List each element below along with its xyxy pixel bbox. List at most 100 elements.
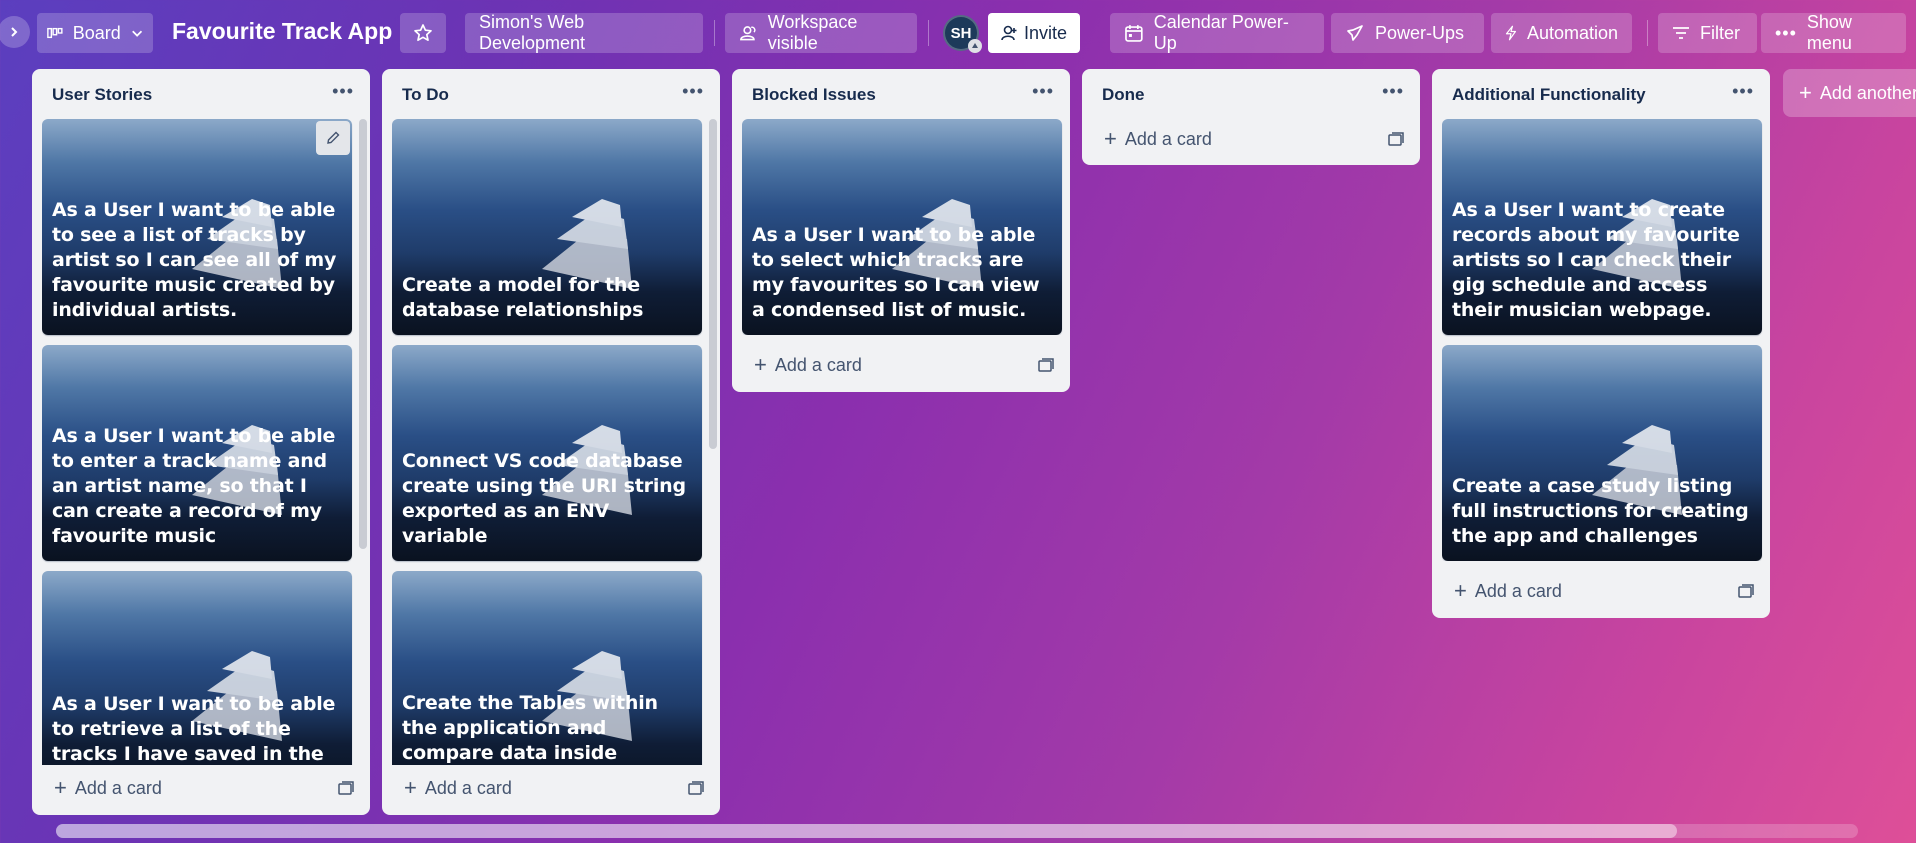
power-ups-label: Power-Ups xyxy=(1375,22,1465,43)
divider xyxy=(714,20,715,46)
add-list-label: Add another list xyxy=(1819,82,1916,103)
list-actions-button[interactable]: ••• xyxy=(682,82,704,100)
add-card-button[interactable]: + Add a card xyxy=(742,345,862,385)
list-header: User Stories ••• xyxy=(32,69,370,119)
card-template-icon[interactable] xyxy=(1388,132,1404,146)
list-header: To Do ••• xyxy=(382,69,720,119)
view-switcher-label: Board xyxy=(72,22,121,43)
card[interactable]: As a User I want to create records about… xyxy=(1442,119,1762,335)
card-container: As a User I want to be able to select wh… xyxy=(742,119,1070,335)
list-title[interactable]: Blocked Issues xyxy=(752,85,876,105)
plus-icon: + xyxy=(1799,80,1812,105)
card-template-icon[interactable] xyxy=(338,781,354,795)
list-title[interactable]: Done xyxy=(1102,85,1145,105)
chevron-down-icon xyxy=(131,30,142,37)
add-card-button[interactable]: + Add a card xyxy=(1092,119,1212,159)
invite-label: Invite xyxy=(1024,22,1068,43)
list-title[interactable]: Additional Functionality xyxy=(1452,85,1646,105)
card-title: Create the Tables within the application… xyxy=(402,692,658,764)
filter-icon xyxy=(1673,27,1689,39)
plus-icon: + xyxy=(54,775,67,800)
card-container: As a User I want to be able to see a lis… xyxy=(42,119,370,765)
visibility-button[interactable]: Workspace visible xyxy=(725,12,917,53)
plus-icon: + xyxy=(404,775,417,800)
card[interactable]: As a User I want to be able to enter a t… xyxy=(42,345,352,561)
list-actions-button[interactable]: ••• xyxy=(1732,82,1754,100)
board-title[interactable]: Favourite Track App xyxy=(172,18,392,45)
add-card-button[interactable]: + Add a card xyxy=(392,768,512,808)
lightning-icon xyxy=(1505,25,1517,41)
people-icon xyxy=(740,26,756,41)
list-blocked-issues: Blocked Issues ••• As a User I want to b… xyxy=(732,69,1070,392)
list-scrollbar[interactable] xyxy=(359,119,367,549)
card[interactable]: Create a model for the database relation… xyxy=(392,119,702,335)
board-header: Board Favourite Track App Simon's Web De… xyxy=(0,0,1916,68)
card-template-icon[interactable] xyxy=(688,781,704,795)
workspace-label: Simon's Web Development xyxy=(479,12,586,53)
list-additional-functionality: Additional Functionality ••• As a User I… xyxy=(1432,69,1770,618)
automation-label: Automation xyxy=(1526,22,1618,43)
calendar-label: Calendar Power-Up xyxy=(1153,12,1289,53)
card-title: As a User I want to create records about… xyxy=(1452,199,1740,321)
list-title[interactable]: To Do xyxy=(402,85,449,105)
add-list-button[interactable]: + Add another list xyxy=(1783,69,1916,117)
list-header: Additional Functionality ••• xyxy=(1432,69,1770,119)
card-title: Connect VS code database create using th… xyxy=(402,450,686,547)
add-member-icon xyxy=(1001,25,1017,41)
list-scrollbar[interactable] xyxy=(709,119,717,449)
card[interactable]: Connect VS code database create using th… xyxy=(392,345,702,561)
list-header: Done ••• xyxy=(1082,69,1420,119)
power-ups-button[interactable]: Power-Ups xyxy=(1331,13,1484,53)
card-template-icon[interactable] xyxy=(1738,584,1754,598)
card[interactable]: Create a case study listing full instruc… xyxy=(1442,345,1762,561)
calendar-power-up-button[interactable]: Calendar Power-Up xyxy=(1110,12,1324,53)
card-container: Create a model for the database relation… xyxy=(392,119,720,765)
show-menu-label: Show menu xyxy=(1806,12,1852,53)
ellipsis-icon: ••• xyxy=(1775,23,1797,43)
pencil-icon xyxy=(327,131,340,144)
card-title: Create a case study listing full instruc… xyxy=(1452,475,1749,547)
add-card-label: Add a card xyxy=(774,354,862,375)
plus-icon: + xyxy=(754,352,767,377)
list-actions-button[interactable]: ••• xyxy=(1032,82,1054,100)
avatar[interactable]: SH xyxy=(943,15,982,53)
divider xyxy=(928,20,929,46)
card[interactable]: As a User I want to be able to select wh… xyxy=(742,119,1062,335)
star-icon xyxy=(414,24,432,42)
automation-button[interactable]: Automation xyxy=(1491,13,1632,53)
list-done: Done ••• + Add a card xyxy=(1082,69,1420,165)
admin-badge-icon xyxy=(968,39,982,53)
card-title: As a User I want to be able to retrieve … xyxy=(52,693,336,765)
filter-button[interactable]: Filter xyxy=(1658,13,1757,53)
card[interactable]: As a User I want to be able to see a lis… xyxy=(42,119,352,335)
add-card-button[interactable]: + Add a card xyxy=(42,768,162,808)
card-title: As a User I want to be able to see a lis… xyxy=(52,199,337,321)
add-card-label: Add a card xyxy=(424,777,512,798)
card-title: As a User I want to be able to select wh… xyxy=(752,224,1040,321)
card-title: Create a model for the database relation… xyxy=(402,274,644,321)
card[interactable]: Create the Tables within the application… xyxy=(392,571,702,765)
card[interactable]: As a User I want to be able to retrieve … xyxy=(42,571,352,765)
invite-button[interactable]: Invite xyxy=(988,13,1080,53)
expand-sidebar-button[interactable] xyxy=(0,16,30,48)
plus-icon: + xyxy=(1104,126,1117,151)
edit-card-button[interactable] xyxy=(316,121,350,155)
list-title[interactable]: User Stories xyxy=(52,85,152,105)
visibility-label: Workspace visible xyxy=(767,12,858,53)
list-actions-button[interactable]: ••• xyxy=(1382,82,1404,100)
list-actions-button[interactable]: ••• xyxy=(332,82,354,100)
star-board-button[interactable] xyxy=(400,13,446,53)
workspace-button[interactable]: Simon's Web Development xyxy=(465,12,703,53)
view-switcher-button[interactable]: Board xyxy=(37,13,153,53)
card-title: As a User I want to be able to enter a t… xyxy=(52,425,336,547)
add-card-label: Add a card xyxy=(1474,580,1562,601)
chevron-right-icon xyxy=(11,27,18,37)
add-card-button[interactable]: + Add a card xyxy=(1442,571,1562,611)
card-template-icon[interactable] xyxy=(1038,358,1054,372)
list-user-stories: User Stories ••• As a User I want to be … xyxy=(32,69,370,815)
rocket-icon xyxy=(1347,25,1363,41)
filter-label: Filter xyxy=(1700,22,1740,43)
show-menu-button[interactable]: ••• Show menu xyxy=(1761,12,1906,53)
board-scrollbar-thumb[interactable] xyxy=(56,824,1677,838)
board-view-icon xyxy=(47,27,63,39)
